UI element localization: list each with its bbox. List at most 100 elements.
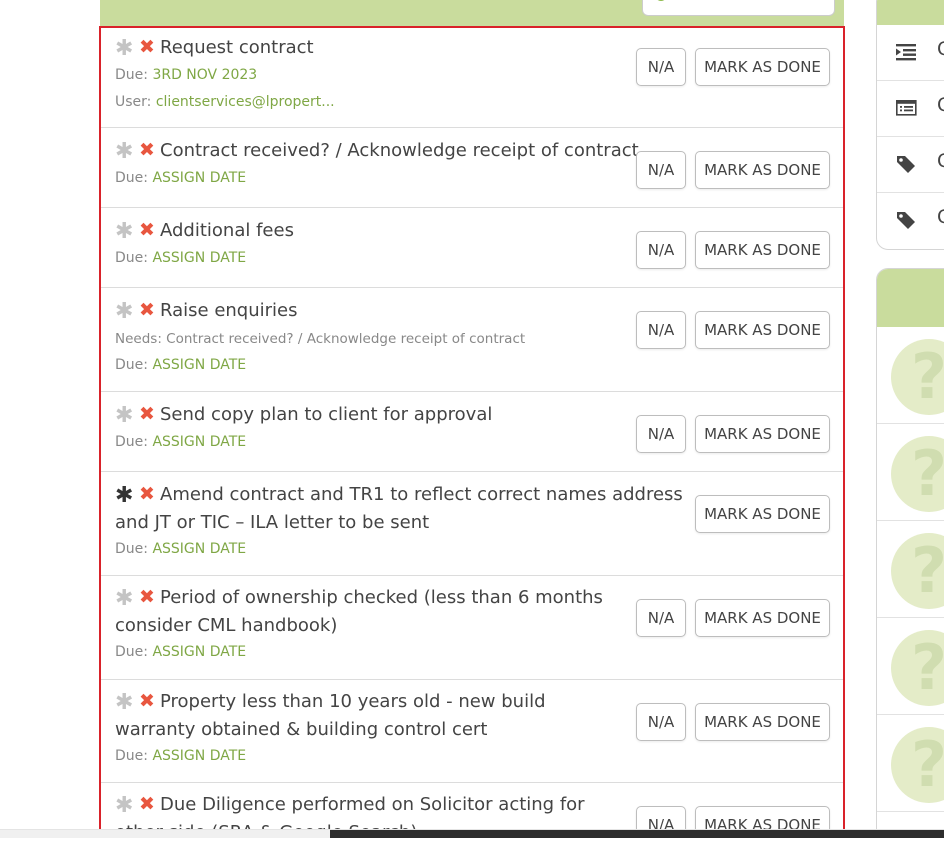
mark-as-done-button[interactable]: MARK AS DONE xyxy=(695,231,830,269)
due-label: Due: xyxy=(115,541,153,557)
question-icon: ? xyxy=(891,630,944,706)
assign-date-link[interactable]: ASSIGN DATE xyxy=(152,434,246,450)
task-title-row: ✱ ✖ Send copy plan to client for approval xyxy=(115,401,492,429)
task-title-row: ✱ ✖ Period of ownership checked (less than… xyxy=(115,584,615,639)
question-icon: ? xyxy=(891,533,944,609)
mark-as-done-button[interactable]: MARK AS DONE xyxy=(695,599,830,637)
na-button[interactable]: N/A xyxy=(636,599,686,637)
asterisk-icon[interactable]: ✱ xyxy=(115,35,135,62)
task-title: Amend contract and TR1 to reflect correc… xyxy=(115,484,683,533)
na-button[interactable]: N/A xyxy=(636,703,686,741)
task-item: ✱ ✖ Raise enquiries Needs: Contract receiv… xyxy=(101,288,843,392)
task-title-row: ✱ ✖ Additional fees xyxy=(115,217,294,245)
user-link[interactable]: clientservices@lpropert... xyxy=(156,94,335,110)
sidebar-item[interactable]: C xyxy=(877,193,944,249)
task-user: User: clientservices@lpropert... xyxy=(115,94,335,110)
mark-as-done-button[interactable]: MARK AS DONE xyxy=(695,311,830,349)
delete-icon[interactable]: ✖ xyxy=(135,34,159,61)
task-title-row: ✱ ✖ Property less than 10 years old - new … xyxy=(115,688,625,743)
asterisk-icon[interactable]: ✱ xyxy=(115,218,135,245)
sidebar-item-label: C xyxy=(937,38,944,60)
task-list: ✱ ✖ Request contract Due: 3RD NOV 2023 Use… xyxy=(99,26,845,838)
due-label: Due: xyxy=(115,357,153,373)
sidebar-item[interactable]: C xyxy=(877,81,944,137)
task-title: Raise enquiries xyxy=(160,300,298,321)
task-title: Additional fees xyxy=(160,220,294,241)
asterisk-icon[interactable]: ✱ xyxy=(115,482,135,509)
delete-icon[interactable]: ✖ xyxy=(135,217,159,244)
task-due: Due: 3RD NOV 2023 xyxy=(115,67,257,83)
na-button[interactable]: N/A xyxy=(636,311,686,349)
help-item[interactable]: ? xyxy=(877,424,944,521)
help-item[interactable]: ? xyxy=(877,521,944,618)
mark-as-done-button[interactable]: MARK AS DONE xyxy=(695,703,830,741)
help-item[interactable]: ? xyxy=(877,618,944,715)
task-due: Due: ASSIGN DATE xyxy=(115,541,246,557)
due-label: Due: xyxy=(115,250,153,266)
mark-as-done-button[interactable]: MARK AS DONE xyxy=(695,151,830,189)
task-item: ✱ ✖ Contract received? / Acknowledge recei… xyxy=(101,128,843,208)
task-title: Send copy plan to client for approval xyxy=(160,404,493,425)
task-due: Due: ASSIGN DATE xyxy=(115,357,246,373)
help-card: ? ? ? ? ? xyxy=(876,268,944,838)
sidebar-item[interactable]: C xyxy=(877,137,944,193)
mark-as-done-button[interactable]: MARK AS DONE xyxy=(695,495,830,533)
task-item: ✱ ✖ Additional fees Due: ASSIGN DATE N/A M… xyxy=(101,208,843,288)
task-title-row: ✱ ✖ Request contract xyxy=(115,34,314,62)
sidebar-item[interactable]: C xyxy=(877,25,944,81)
assign-date-link[interactable]: ASSIGN DATE xyxy=(152,748,246,764)
sidebar-card-header xyxy=(877,0,944,25)
sidebar-menu-card: C C C C xyxy=(876,0,944,250)
asterisk-icon[interactable]: ✱ xyxy=(115,792,135,819)
task-due: Due: ASSIGN DATE xyxy=(115,748,246,764)
task-due: Due: ASSIGN DATE xyxy=(115,250,246,266)
sidebar-item-label: C xyxy=(937,94,944,116)
due-label: Due: xyxy=(115,67,153,83)
delete-icon[interactable]: ✖ xyxy=(135,401,159,428)
assign-date-link[interactable]: ASSIGN DATE xyxy=(152,644,246,660)
help-item[interactable]: ? xyxy=(877,715,944,812)
question-icon: ? xyxy=(891,436,944,512)
task-item: ✱ ✖ Period of ownership checked (less than… xyxy=(101,576,843,680)
horizontal-scrollbar[interactable] xyxy=(0,829,944,838)
mark-as-done-button[interactable]: MARK AS DONE xyxy=(695,415,830,453)
task-title-row: ✱ ✖ Contract received? / Acknowledge recei… xyxy=(115,137,639,165)
na-button[interactable]: N/A xyxy=(636,231,686,269)
task-title: Period of ownership checked (less than 6… xyxy=(115,587,603,636)
task-due: Due: ASSIGN DATE xyxy=(115,644,246,660)
delete-icon[interactable]: ✖ xyxy=(135,481,159,508)
task-title: Request contract xyxy=(160,37,314,58)
asterisk-icon[interactable]: ✱ xyxy=(115,138,135,165)
asterisk-icon[interactable]: ✱ xyxy=(115,402,135,429)
delete-icon[interactable]: ✖ xyxy=(135,688,159,715)
delete-icon[interactable]: ✖ xyxy=(135,297,159,324)
due-label: Due: xyxy=(115,748,153,764)
due-label: Due: xyxy=(115,644,153,660)
task-title-row: ✱ ✖ Amend contract and TR1 to reflect corr… xyxy=(115,481,705,536)
task-item: ✱ ✖ Property less than 10 years old - new … xyxy=(101,680,843,783)
asterisk-icon[interactable]: ✱ xyxy=(115,298,135,325)
mark-as-done-button[interactable]: MARK AS DONE xyxy=(695,48,830,86)
help-item[interactable]: ? xyxy=(877,327,944,424)
delete-icon[interactable]: ✖ xyxy=(135,584,159,611)
due-label: Due: xyxy=(115,170,153,186)
scrollbar-thumb[interactable] xyxy=(330,830,944,838)
delete-icon[interactable]: ✖ xyxy=(135,791,159,818)
na-button[interactable]: N/A xyxy=(636,151,686,189)
na-button[interactable]: N/A xyxy=(636,415,686,453)
na-button[interactable]: N/A xyxy=(636,48,686,86)
task-item: ✱ ✖ Request contract Due: 3RD NOV 2023 Use… xyxy=(101,28,843,128)
list-icon xyxy=(896,98,918,118)
assign-date-link[interactable]: ASSIGN DATE xyxy=(152,357,246,373)
asterisk-icon[interactable]: ✱ xyxy=(115,585,135,612)
assign-date-link[interactable]: ASSIGN DATE xyxy=(152,541,246,557)
indent-icon xyxy=(896,42,918,62)
task-due: Due: ASSIGN DATE xyxy=(115,170,246,186)
due-date-link[interactable]: 3RD NOV 2023 xyxy=(152,67,257,83)
asterisk-icon[interactable]: ✱ xyxy=(115,689,135,716)
assign-date-link[interactable]: ASSIGN DATE xyxy=(152,250,246,266)
delete-icon[interactable]: ✖ xyxy=(135,137,159,164)
assign-date-link[interactable]: ASSIGN DATE xyxy=(152,170,246,186)
task-title: Property less than 10 years old - new bu… xyxy=(115,691,546,740)
header-button[interactable] xyxy=(642,0,835,16)
